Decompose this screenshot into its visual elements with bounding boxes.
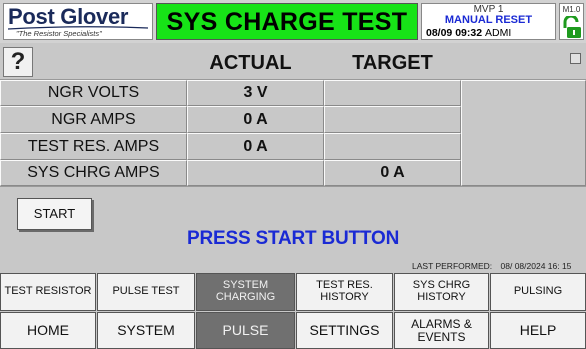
date-time-user: 08/09 09:32 ADMI <box>426 27 511 39</box>
user-name: ADMI <box>484 27 512 39</box>
last-performed-value: 08/ 08/2024 16: 15 <box>500 261 572 271</box>
screen-title-box: SYS CHARGE TEST <box>156 3 418 40</box>
bottom-navigation: TEST RESISTOR PULSE TEST SYSTEM CHARGING… <box>0 273 586 349</box>
readings-table: NGR VOLTS 3 V NGR AMPS 0 A TEST RES. AMP… <box>0 79 586 187</box>
nav-settings[interactable]: SETTINGS <box>296 312 393 349</box>
row-label-ngr-volts: NGR VOLTS <box>0 80 187 106</box>
actual-sys-chrg-amps <box>187 160 324 186</box>
last-performed: LAST PERFORMED: 08/ 08/2024 16: 15 <box>412 261 571 271</box>
nav-test-resistor[interactable]: TEST RESISTOR <box>0 273 96 311</box>
start-button[interactable]: START <box>17 198 92 230</box>
login-lock-button[interactable]: M1.0 <box>559 3 584 40</box>
status-panel: MVP 1 MANUAL RESET 08/09 09:32 ADMI <box>421 3 556 40</box>
actual-column-header: ACTUAL <box>209 52 292 74</box>
actual-ngr-amps: 0 A <box>187 106 324 133</box>
nav-system[interactable]: SYSTEM <box>97 312 195 349</box>
table-side-panel <box>461 80 586 186</box>
logo-tagline: "The Resistor Specialists" <box>16 29 102 38</box>
version-label: M1.0 <box>562 5 581 14</box>
nav-alarms-events[interactable]: ALARMS & EVENTS <box>394 312 489 349</box>
nav-pulse[interactable]: PULSE <box>196 312 295 349</box>
nav-system-charging[interactable]: SYSTEM CHARGING <box>196 273 295 311</box>
target-sys-chrg-amps: 0 A <box>324 160 461 186</box>
nav-home[interactable]: HOME <box>0 312 96 349</box>
row-label-test-res-amps: TEST RES. AMPS <box>0 133 187 160</box>
target-ngr-amps <box>324 106 461 133</box>
target-column-header: TARGET <box>352 52 433 74</box>
last-performed-label: LAST PERFORMED: <box>412 261 493 271</box>
unlocked-padlock-icon <box>563 16 581 38</box>
corner-toggle-button[interactable] <box>570 53 581 64</box>
date-time: 08/09 09:32 <box>426 27 483 39</box>
row-label-sys-chrg-amps: SYS CHRG AMPS <box>0 160 187 186</box>
company-logo: Post Glover "The Resistor Specialists" <box>3 3 153 40</box>
screen-title: SYS CHARGE TEST <box>166 8 408 36</box>
header-bar: Post Glover "The Resistor Specialists" S… <box>0 0 586 43</box>
instruction-prompt: PRESS START BUTTON <box>187 228 400 249</box>
question-mark-icon: ? <box>10 48 26 75</box>
nav-pulse-test[interactable]: PULSE TEST <box>97 273 195 311</box>
nav-sys-chrg-history[interactable]: SYS CHRG HISTORY <box>394 273 489 311</box>
row-label-ngr-amps: NGR AMPS <box>0 106 187 133</box>
nav-help[interactable]: HELP <box>490 312 586 349</box>
nav-test-res-history[interactable]: TEST RES. HISTORY <box>296 273 393 311</box>
reset-mode-label: MANUAL RESET <box>444 14 533 26</box>
target-ngr-volts <box>324 80 461 106</box>
help-question-button[interactable]: ? <box>3 47 33 77</box>
target-test-res-amps <box>324 133 461 160</box>
nav-pulsing[interactable]: PULSING <box>490 273 586 311</box>
actual-test-res-amps: 0 A <box>187 133 324 160</box>
actual-ngr-volts: 3 V <box>187 80 324 106</box>
